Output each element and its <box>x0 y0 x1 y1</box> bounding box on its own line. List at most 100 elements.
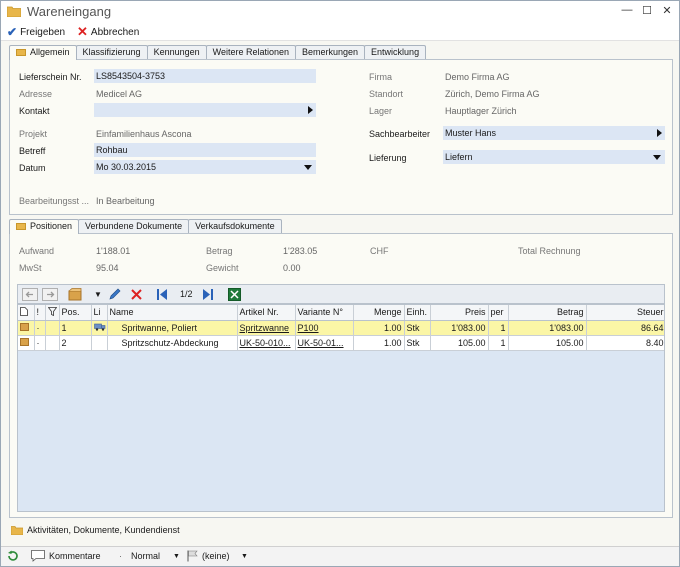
col-header-einheit[interactable]: Einh. <box>404 305 431 321</box>
col-header-betrag[interactable]: Betrag <box>508 305 587 321</box>
chevron-down-icon[interactable]: ▼ <box>241 553 248 560</box>
gewicht-value: 0.00 <box>283 263 301 273</box>
comment-icon[interactable] <box>31 550 45 562</box>
grid-toolbar: ▼ 1/2 <box>17 284 665 304</box>
folder-icon <box>16 49 26 56</box>
row-artikel-link[interactable]: Spritzwanne <box>237 320 296 336</box>
tab-label: Allgemein <box>30 47 70 57</box>
betrag-value: 1'283.05 <box>283 246 318 256</box>
comments-button[interactable]: Kommentare <box>49 551 101 561</box>
col-header-menge[interactable]: Menge <box>353 305 405 321</box>
tab-positionen[interactable]: Positionen <box>9 219 80 234</box>
tab-bemerkungen[interactable]: Bemerkungen <box>295 45 366 59</box>
maximize-button[interactable]: ☐ <box>641 4 653 17</box>
row-preis: 1'083.00 <box>430 320 489 336</box>
lieferung-value: Liefern <box>445 152 473 162</box>
row-artikel-link[interactable]: UK-50-010... <box>237 335 296 351</box>
folder-icon <box>7 6 21 17</box>
first-page-icon[interactable] <box>156 288 168 301</box>
excel-icon[interactable] <box>228 288 241 301</box>
tab-label: Bemerkungen <box>302 47 359 57</box>
betreff-field[interactable]: Rohbau <box>94 143 316 157</box>
row-li-cell <box>91 335 108 351</box>
adresse-label: Adresse <box>19 89 53 99</box>
row-variante-link[interactable]: UK-50-01... <box>295 335 354 351</box>
activities-section[interactable]: Aktivitäten, Dokumente, Kundendienst <box>11 525 180 535</box>
currency-label: CHF <box>370 246 389 256</box>
flag-dropdown[interactable]: (keine) <box>202 551 230 561</box>
mwst-label: MwSt <box>19 263 42 273</box>
chevron-down-icon[interactable]: ▼ <box>94 288 102 301</box>
box-icon[interactable] <box>68 288 82 301</box>
firma-value: Demo Firma AG <box>445 72 510 82</box>
row-filter-cell <box>45 320 60 336</box>
tab-verbundene-dokumente[interactable]: Verbundene Dokumente <box>78 219 190 233</box>
col-header-li[interactable]: Li <box>91 305 108 321</box>
tab-kennungen[interactable]: Kennungen <box>146 45 207 59</box>
col-header-variante[interactable]: Variante N° <box>295 305 354 321</box>
chevron-down-icon[interactable] <box>304 165 312 170</box>
tab-label: Weitere Relationen <box>212 47 289 57</box>
chevron-down-icon[interactable] <box>653 155 661 160</box>
adresse-value: Medicel AG <box>96 89 143 99</box>
cancel-button[interactable]: ✕ Abbrechen <box>77 24 139 40</box>
tab-label: Positionen <box>30 221 73 231</box>
separator-dot: · <box>119 551 122 561</box>
datum-field[interactable]: Mo 30.03.2015 <box>94 160 316 174</box>
table-row[interactable]: · 2 Spritzschutz-Abdeckung UK-50-010... … <box>18 335 664 351</box>
row-preis: 105.00 <box>430 335 489 351</box>
last-page-icon[interactable] <box>202 288 214 301</box>
col-header-name[interactable]: Name <box>107 305 238 321</box>
lieferung-field[interactable]: Liefern <box>443 150 665 164</box>
chevron-down-icon[interactable]: ▼ <box>173 553 180 560</box>
priority-dropdown[interactable]: Normal <box>131 551 160 561</box>
col-header-artikel[interactable]: Artikel Nr. <box>237 305 296 321</box>
tab-klassifizierung[interactable]: Klassifizierung <box>75 45 148 59</box>
tab-entwicklung[interactable]: Entwicklung <box>364 45 427 59</box>
row-per: 1 <box>488 335 509 351</box>
status-bar: Kommentare · Normal ▼ (keine) ▼ <box>1 546 679 566</box>
row-einheit: Stk <box>404 320 431 336</box>
lieferschein-field[interactable]: LS8543504-3753 <box>94 69 316 83</box>
box-icon <box>20 337 29 346</box>
datum-label: Datum <box>19 163 46 173</box>
row-pos: 2 <box>59 335 92 351</box>
tab-label: Verkaufsdokumente <box>195 221 275 231</box>
col-header-preis[interactable]: Preis <box>430 305 489 321</box>
table-row[interactable]: · 1 Spritwanne, Poliert Spritzwanne P100… <box>18 320 664 336</box>
aufwand-label: Aufwand <box>19 246 55 256</box>
row-filter-cell <box>45 335 60 351</box>
col-header-pos[interactable]: Pos. <box>59 305 92 321</box>
filter-icon[interactable] <box>45 305 60 321</box>
refresh-icon[interactable] <box>7 550 19 562</box>
standort-value: Zürich, Demo Firma AG <box>445 89 540 99</box>
standort-label: Standort <box>369 89 404 99</box>
pencil-icon[interactable] <box>108 288 121 301</box>
close-button[interactable]: ✕ <box>661 4 673 17</box>
tab-verkaufsdokumente[interactable]: Verkaufsdokumente <box>188 219 282 233</box>
document-icon[interactable] <box>18 305 35 321</box>
chevron-right-icon[interactable] <box>657 129 662 137</box>
col-header-priority[interactable]: ! <box>34 305 46 321</box>
tab-label: Kennungen <box>153 47 200 57</box>
col-header-per[interactable]: per <box>488 305 509 321</box>
tab-allgemein[interactable]: Allgemein <box>9 45 77 60</box>
minimize-button[interactable]: — <box>621 4 633 17</box>
forward-arrow-icon[interactable] <box>42 288 58 301</box>
flag-icon[interactable] <box>187 550 198 562</box>
folder-icon <box>11 526 23 535</box>
delete-icon[interactable] <box>130 288 143 301</box>
back-arrow-icon[interactable] <box>22 288 38 301</box>
approve-button[interactable]: ✔ Freigeben <box>7 24 65 40</box>
row-steuer: 86.64 <box>586 320 664 336</box>
top-tab-bar: Allgemein Klassifizierung Kennungen Weit… <box>9 45 427 60</box>
sachbearbeiter-field[interactable]: Muster Hans <box>443 126 665 140</box>
lieferung-label: Lieferung <box>369 153 407 163</box>
activities-label: Aktivitäten, Dokumente, Kundendienst <box>27 525 180 535</box>
chevron-right-icon[interactable] <box>308 106 313 114</box>
tab-weitere-relationen[interactable]: Weitere Relationen <box>205 45 296 59</box>
row-variante-link[interactable]: P100 <box>295 320 354 336</box>
kontakt-field[interactable] <box>94 103 316 117</box>
lager-value: Hauptlager Zürich <box>445 106 517 116</box>
col-header-steuer[interactable]: Steuer <box>586 305 664 321</box>
